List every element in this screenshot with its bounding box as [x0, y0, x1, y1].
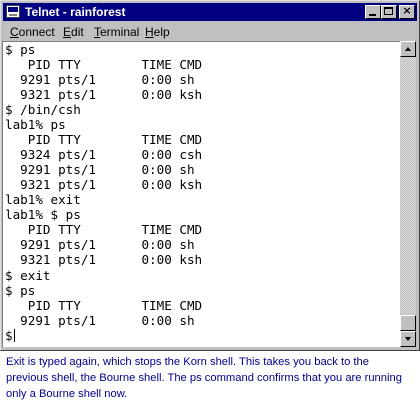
terminal-line: lab1% ps: [5, 117, 66, 132]
terminal-line: $ ps: [5, 42, 36, 57]
close-button[interactable]: ×: [399, 4, 415, 19]
terminal-line: $ /bin/csh: [5, 102, 81, 117]
menu-edit-label: dit: [71, 25, 84, 39]
menu-terminal-label: erminal: [100, 25, 140, 39]
menu-connect-label: onnect: [18, 25, 55, 39]
terminal-line: $ exit: [5, 268, 51, 283]
arrow-down-icon: [405, 337, 411, 341]
menu-help-accel: H: [145, 25, 154, 39]
terminal-line: 9321 pts/1 0:00 ksh: [5, 252, 203, 267]
terminal-prompt: $: [5, 328, 13, 343]
terminal-line: lab1% exit: [5, 192, 81, 207]
terminal-line: 9321 pts/1 0:00 ksh: [5, 87, 203, 102]
menu-connect[interactable]: Connect: [10, 25, 55, 39]
menu-connect-accel: C: [10, 25, 19, 39]
menu-bar: Connect Edit Terminal Help: [3, 23, 417, 41]
menu-help-label: elp: [153, 25, 170, 39]
menu-edit[interactable]: Edit: [63, 25, 84, 39]
terminal-line: 9291 pts/1 0:00 sh: [5, 72, 195, 87]
minimize-button[interactable]: [365, 5, 381, 19]
terminal-line: PID TTY TIME CMD: [5, 298, 203, 313]
caption-text: Exit is typed again, which stops the Kor…: [6, 356, 402, 400]
terminal-output[interactable]: $ ps PID TTY TIME CMD 9291 pts/1 0:00 sh…: [2, 41, 400, 347]
terminal-line: 9291 pts/1 0:00 sh: [5, 237, 195, 252]
scroll-thumb[interactable]: [400, 315, 416, 331]
terminal-line: PID TTY TIME CMD: [5, 222, 203, 237]
terminal-line: PID TTY TIME CMD: [5, 132, 203, 147]
scroll-up-button[interactable]: [400, 41, 416, 57]
scroll-down-button[interactable]: [400, 331, 416, 347]
window-title: Telnet - rainforest: [25, 5, 126, 19]
menu-edit-accel: E: [63, 25, 72, 39]
terminal-line: 9291 pts/1 0:00 sh: [5, 162, 195, 177]
vertical-scrollbar[interactable]: [400, 41, 416, 347]
title-bar[interactable]: Telnet - rainforest ×: [3, 3, 417, 21]
arrow-up-icon: [405, 47, 411, 51]
menu-help[interactable]: Help: [145, 25, 170, 39]
terminal-line: $ ps: [5, 283, 36, 298]
terminal-line: 9291 pts/1 0:00 sh: [5, 313, 195, 328]
telnet-app-icon[interactable]: [6, 5, 20, 18]
terminal-line: 9321 pts/1 0:00 ksh: [5, 177, 203, 192]
terminal-line: 9324 pts/1 0:00 csh: [5, 147, 203, 162]
terminal-line: PID TTY TIME CMD: [5, 57, 203, 72]
close-icon: ×: [402, 4, 412, 17]
maximize-button[interactable]: [381, 5, 397, 19]
menu-terminal[interactable]: Terminal: [94, 25, 139, 39]
terminal-line: lab1% $ ps: [5, 207, 81, 222]
text-cursor: [14, 329, 15, 342]
